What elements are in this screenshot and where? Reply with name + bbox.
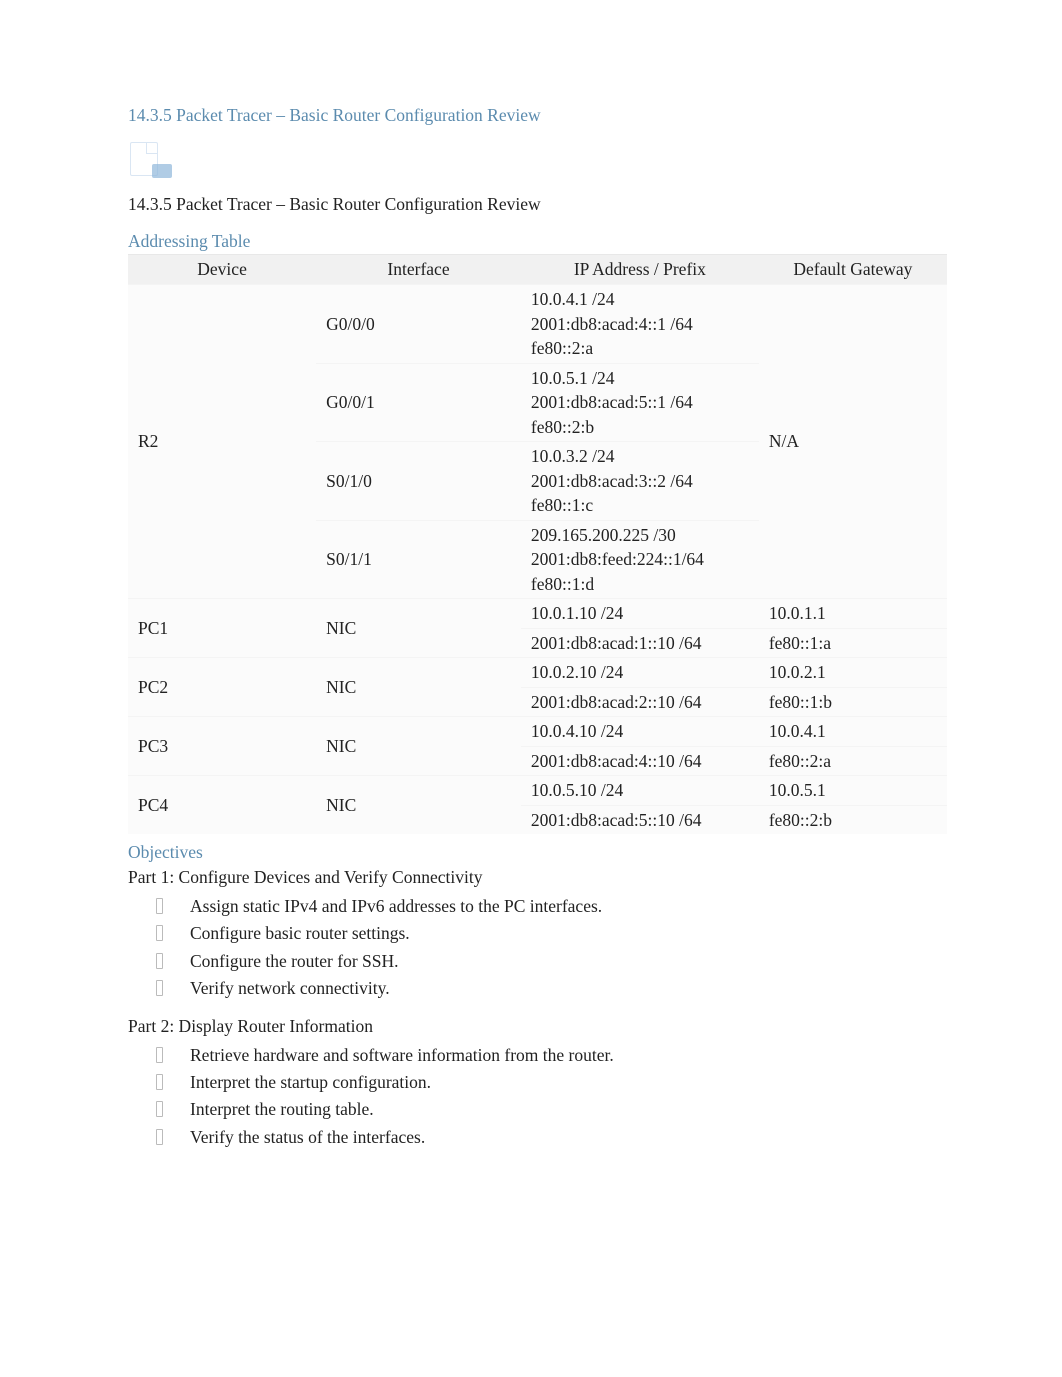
ip-line: fe80::2:b bbox=[531, 415, 749, 440]
ip-line: fe80::2:a bbox=[531, 336, 749, 361]
ip-cell: 10.0.2.10 /24 bbox=[521, 658, 759, 688]
ip-cell: 10.0.5.10 /24 bbox=[521, 776, 759, 806]
table-row: PC4 NIC 10.0.5.10 /24 10.0.5.1 bbox=[128, 776, 947, 806]
gateway-cell: 10.0.4.1 bbox=[759, 717, 947, 747]
list-item: Assign static IPv4 and IPv6 addresses to… bbox=[128, 894, 947, 919]
iface-cell: G0/0/1 bbox=[316, 363, 521, 442]
list-item: Verify network connectivity. bbox=[128, 976, 947, 1001]
table-row: PC3 NIC 10.0.4.10 /24 10.0.4.1 bbox=[128, 717, 947, 747]
ip-line: 2001:db8:feed:224::1/64 bbox=[531, 547, 749, 572]
ip-cell: 2001:db8:acad:2::10 /64 bbox=[521, 687, 759, 717]
gateway-cell: fe80::1:b bbox=[759, 687, 947, 717]
document-icon-wrap bbox=[128, 140, 947, 180]
list-item: Interpret the startup configuration. bbox=[128, 1070, 947, 1095]
iface-cell: S0/1/0 bbox=[316, 442, 521, 521]
device-cell: PC3 bbox=[128, 717, 316, 776]
ip-cell: 10.0.4.10 /24 bbox=[521, 717, 759, 747]
ip-line: 209.165.200.225 /30 bbox=[531, 523, 749, 548]
ip-cell: 2001:db8:acad:4::10 /64 bbox=[521, 746, 759, 776]
device-cell: PC1 bbox=[128, 599, 316, 658]
addressing-table-heading: Addressing Table bbox=[128, 231, 947, 252]
ip-line: fe80::1:c bbox=[531, 493, 749, 518]
list-item: Verify the status of the interfaces. bbox=[128, 1125, 947, 1150]
iface-cell: NIC bbox=[316, 658, 521, 717]
document-page: 14.3.5 Packet Tracer – Basic Router Conf… bbox=[0, 0, 1062, 1224]
part2-list: Retrieve hardware and software informati… bbox=[128, 1043, 947, 1151]
device-cell: PC2 bbox=[128, 658, 316, 717]
table-header-row: Device Interface IP Address / Prefix Def… bbox=[128, 255, 947, 285]
ip-line: 2001:db8:acad:5::1 /64 bbox=[531, 390, 749, 415]
ip-line: 10.0.5.1 /24 bbox=[531, 366, 749, 391]
iface-cell: NIC bbox=[316, 776, 521, 835]
part1-list: Assign static IPv4 and IPv6 addresses to… bbox=[128, 894, 947, 1002]
ip-line: fe80::1:d bbox=[531, 572, 749, 597]
table-row: PC1 NIC 10.0.1.10 /24 10.0.1.1 bbox=[128, 599, 947, 629]
subtitle: 14.3.5 Packet Tracer – Basic Router Conf… bbox=[128, 194, 947, 215]
ip-line: 2001:db8:acad:3::2 /64 bbox=[531, 469, 749, 494]
ip-cell: 10.0.3.2 /24 2001:db8:acad:3::2 /64 fe80… bbox=[521, 442, 759, 521]
ip-cell: 10.0.5.1 /24 2001:db8:acad:5::1 /64 fe80… bbox=[521, 363, 759, 442]
addressing-table: Device Interface IP Address / Prefix Def… bbox=[128, 254, 947, 834]
list-item: Configure the router for SSH. bbox=[128, 949, 947, 974]
iface-cell: NIC bbox=[316, 599, 521, 658]
list-item: Retrieve hardware and software informati… bbox=[128, 1043, 947, 1068]
gateway-cell: fe80::2:a bbox=[759, 746, 947, 776]
gateway-cell: 10.0.2.1 bbox=[759, 658, 947, 688]
table-row: R2 G0/0/0 10.0.4.1 /24 2001:db8:acad:4::… bbox=[128, 285, 947, 364]
ip-line: 10.0.4.1 /24 bbox=[531, 287, 749, 312]
th-gateway: Default Gateway bbox=[759, 255, 947, 285]
gateway-cell: N/A bbox=[759, 285, 947, 599]
th-device: Device bbox=[128, 255, 316, 285]
device-cell: PC4 bbox=[128, 776, 316, 835]
part2-label: Part 2: Display Router Information bbox=[128, 1016, 947, 1037]
th-ip: IP Address / Prefix bbox=[521, 255, 759, 285]
ip-cell: 10.0.1.10 /24 bbox=[521, 599, 759, 629]
device-cell: R2 bbox=[128, 285, 316, 599]
iface-cell: NIC bbox=[316, 717, 521, 776]
ip-line: 10.0.3.2 /24 bbox=[531, 444, 749, 469]
table-row: PC2 NIC 10.0.2.10 /24 10.0.2.1 bbox=[128, 658, 947, 688]
list-item: Interpret the routing table. bbox=[128, 1097, 947, 1122]
gateway-cell: 10.0.5.1 bbox=[759, 776, 947, 806]
ip-cell: 209.165.200.225 /30 2001:db8:feed:224::1… bbox=[521, 520, 759, 599]
objectives-heading: Objectives bbox=[128, 842, 947, 863]
iface-cell: S0/1/1 bbox=[316, 520, 521, 599]
iface-cell: G0/0/0 bbox=[316, 285, 521, 364]
gateway-cell: fe80::1:a bbox=[759, 628, 947, 658]
gateway-cell: 10.0.1.1 bbox=[759, 599, 947, 629]
document-icon bbox=[128, 140, 174, 180]
ip-cell: 2001:db8:acad:5::10 /64 bbox=[521, 805, 759, 834]
list-item: Configure basic router settings. bbox=[128, 921, 947, 946]
ip-cell: 2001:db8:acad:1::10 /64 bbox=[521, 628, 759, 658]
gateway-cell: fe80::2:b bbox=[759, 805, 947, 834]
th-interface: Interface bbox=[316, 255, 521, 285]
page-title-link[interactable]: 14.3.5 Packet Tracer – Basic Router Conf… bbox=[128, 105, 947, 126]
ip-line: 2001:db8:acad:4::1 /64 bbox=[531, 312, 749, 337]
ip-cell: 10.0.4.1 /24 2001:db8:acad:4::1 /64 fe80… bbox=[521, 285, 759, 364]
part1-label: Part 1: Configure Devices and Verify Con… bbox=[128, 867, 947, 888]
